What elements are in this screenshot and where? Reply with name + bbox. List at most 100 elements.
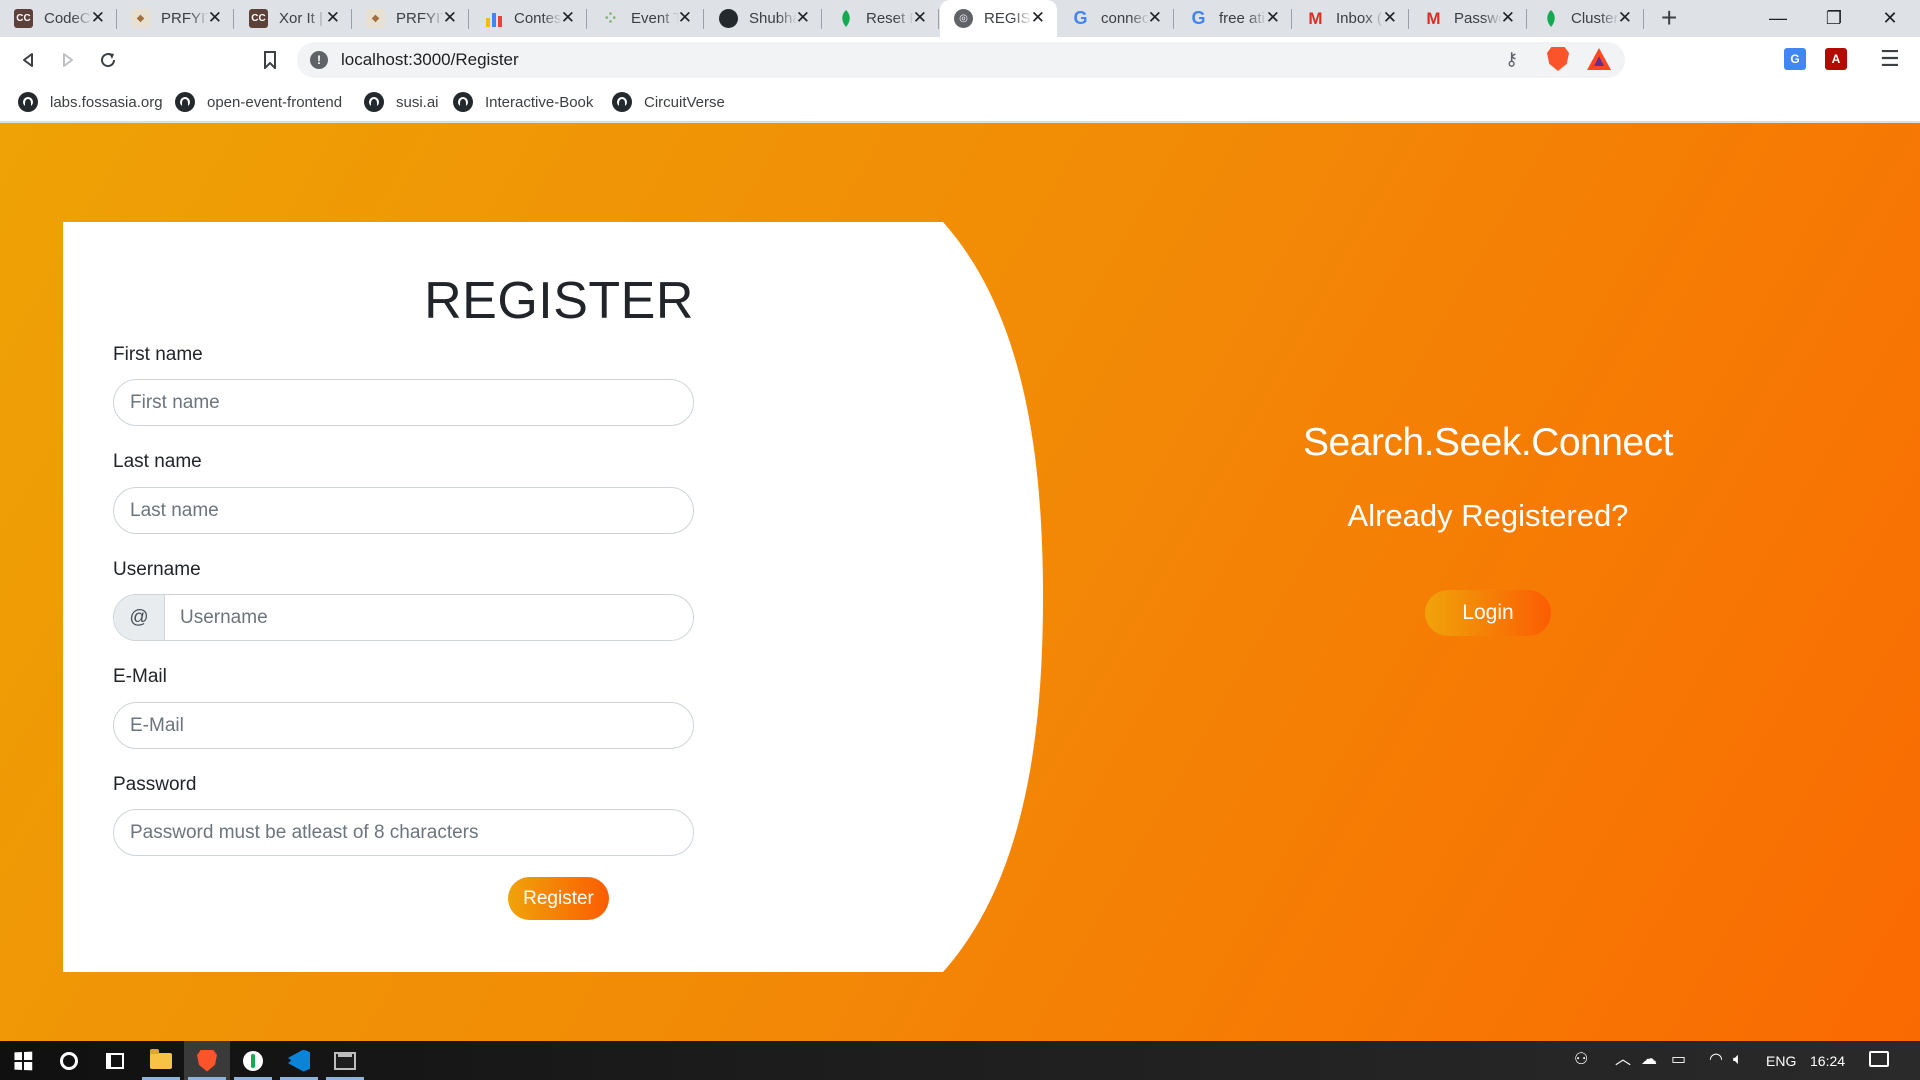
github-icon — [719, 9, 738, 28]
close-icon[interactable]: ✕ — [91, 8, 105, 28]
username-label: Username — [113, 559, 201, 580]
people-icon[interactable]: ⚇ — [1574, 1051, 1588, 1069]
close-icon[interactable]: ✕ — [208, 8, 222, 28]
volume-icon[interactable]: 🔈︎ — [1733, 1051, 1743, 1069]
bookmark-labs-fossasia[interactable]: labs.fossasia.org — [18, 91, 163, 113]
register-button[interactable]: Register — [508, 877, 609, 920]
new-tab-button[interactable]: + — [1661, 3, 1677, 33]
clock[interactable]: 16:24 — [1810, 1041, 1845, 1080]
chevron-up-icon[interactable]: ︿ — [1615, 1051, 1631, 1069]
close-icon[interactable]: ✕ — [796, 8, 810, 28]
close-icon[interactable]: ✕ — [1501, 8, 1515, 28]
minimize-button[interactable]: — — [1750, 0, 1806, 37]
tab-google-free[interactable]: G free ati ✕ — [1175, 0, 1292, 37]
tab-title: REGIST — [984, 10, 1032, 27]
close-icon[interactable]: ✕ — [1383, 8, 1397, 28]
brave-browser-app[interactable] — [184, 1041, 230, 1080]
battery-icon[interactable]: ▭ — [1671, 1051, 1686, 1069]
google-icon: G — [1191, 8, 1206, 28]
browser-toolbar: ! localhost:3000/Register ⚷ G A ☰ — [0, 37, 1920, 83]
bookmark-open-event-frontend[interactable]: open-event-frontend — [175, 91, 342, 113]
close-icon[interactable]: ✕ — [913, 8, 927, 28]
terminal-icon — [334, 1051, 356, 1070]
tab-title: Event T — [631, 10, 679, 27]
username-field[interactable]: @ — [113, 594, 694, 641]
close-icon[interactable]: ✕ — [1618, 8, 1632, 28]
vscode-app[interactable] — [276, 1041, 322, 1080]
bookmark-circuitverse[interactable]: CircuitVerse — [612, 91, 725, 113]
mongodb-compass-app[interactable] — [230, 1041, 276, 1080]
bookmark-susi-ai[interactable]: susi.ai — [364, 91, 439, 113]
back-icon — [23, 53, 33, 67]
tab-xor-it[interactable]: CC Xor It | ✕ — [235, 0, 352, 37]
password-input[interactable] — [113, 809, 694, 856]
tab-title: Passwo — [1454, 10, 1502, 27]
wifi-icon[interactable]: ◠ — [1709, 1051, 1723, 1069]
register-page: REGISTER First name Last name Username @… — [0, 123, 1920, 1041]
bookmark-interactive-book[interactable]: Interactive-Book — [453, 91, 593, 113]
last-name-input[interactable] — [113, 487, 694, 534]
onedrive-icon[interactable]: ☁ — [1641, 1051, 1657, 1069]
tab-title: CodeChef — [44, 10, 92, 27]
login-button[interactable]: Login — [1425, 590, 1551, 636]
tab-register[interactable]: ◎ REGIST ✕ — [940, 0, 1057, 37]
pdf-extension-icon[interactable]: A — [1825, 48, 1847, 70]
key-icon[interactable]: ⚷ — [1505, 49, 1518, 70]
notification-icon[interactable] — [1869, 1051, 1889, 1067]
tab-strip: CC CodeChef ✕ ◆ PRFYIT ✕ CC Xor It | ✕ ◆… — [0, 0, 1920, 37]
tab-title: PRFYIT — [161, 10, 209, 27]
close-icon[interactable]: ✕ — [1266, 8, 1280, 28]
address-bar[interactable]: ! localhost:3000/Register ⚷ — [297, 42, 1625, 78]
back-button[interactable] — [12, 44, 44, 76]
brave-shields-icon[interactable] — [1547, 47, 1569, 71]
bookmark-label: labs.fossasia.org — [50, 93, 163, 111]
close-window-button[interactable]: ✕ — [1862, 0, 1918, 37]
forward-button[interactable] — [52, 44, 84, 76]
windows-taskbar: ⚇ ︿ ☁ ▭ ◠ 🔈︎ ENG 16:24 — [0, 1041, 1920, 1080]
github-icon — [612, 92, 632, 112]
mongodb-compass-icon — [243, 1050, 263, 1071]
close-icon[interactable]: ✕ — [1148, 8, 1162, 28]
browser-menu-icon[interactable]: ☰ — [1880, 46, 1900, 72]
prfyit-icon: ◆ — [366, 9, 385, 28]
terminal-app[interactable] — [322, 1041, 368, 1080]
tab-reset-password[interactable]: Reset P ✕ — [822, 0, 939, 37]
at-sign-prefix: @ — [114, 595, 165, 640]
close-icon[interactable]: ✕ — [326, 8, 340, 28]
search-button[interactable] — [46, 1041, 92, 1080]
tab-github-shubham[interactable]: Shubha ✕ — [705, 0, 822, 37]
tab-title: Xor It | — [279, 10, 323, 27]
info-icon[interactable]: ! — [310, 51, 328, 69]
tab-prfyit[interactable]: ◆ PRFYIT ✕ — [117, 0, 234, 37]
tab-contest[interactable]: Contes ✕ — [470, 0, 587, 37]
forward-icon — [63, 53, 73, 67]
brave-rewards-icon[interactable] — [1587, 48, 1611, 70]
language-indicator[interactable]: ENG — [1766, 1041, 1796, 1080]
bar-chart-icon — [484, 9, 503, 28]
first-name-input[interactable] — [113, 379, 694, 426]
email-input[interactable] — [113, 702, 694, 749]
tab-prfyit-2[interactable]: ◆ PRFYIT ✕ — [352, 0, 469, 37]
tab-gmail-password[interactable]: M Passwo ✕ — [1410, 0, 1527, 37]
file-explorer-app[interactable] — [138, 1041, 184, 1080]
tab-google-connect[interactable]: G connec ✕ — [1057, 0, 1174, 37]
tab-event[interactable]: ⁘ Event T ✕ — [587, 0, 704, 37]
restore-button[interactable]: ❐ — [1806, 0, 1862, 37]
tab-title: Inbox ( — [1336, 10, 1382, 27]
close-icon[interactable]: ✕ — [678, 8, 692, 28]
task-view-button[interactable] — [92, 1041, 138, 1080]
bookmark-button[interactable] — [254, 44, 286, 76]
username-input[interactable] — [165, 595, 693, 640]
tab-gmail-inbox[interactable]: M Inbox ( ✕ — [1292, 0, 1409, 37]
close-icon[interactable]: ✕ — [561, 8, 575, 28]
reload-button[interactable] — [92, 44, 124, 76]
close-icon[interactable]: ✕ — [443, 8, 457, 28]
email-label: E-Mail — [113, 666, 167, 687]
prfyit-icon: ◆ — [131, 9, 150, 28]
close-icon[interactable]: ✕ — [1031, 8, 1045, 28]
start-button[interactable] — [0, 1041, 46, 1080]
tab-cluster[interactable]: Cluster ✕ — [1527, 0, 1644, 37]
tab-codechef[interactable]: CC CodeChef ✕ — [0, 0, 117, 37]
url-text[interactable]: localhost:3000/Register — [341, 50, 519, 70]
translate-extension-icon[interactable]: G — [1784, 48, 1806, 70]
